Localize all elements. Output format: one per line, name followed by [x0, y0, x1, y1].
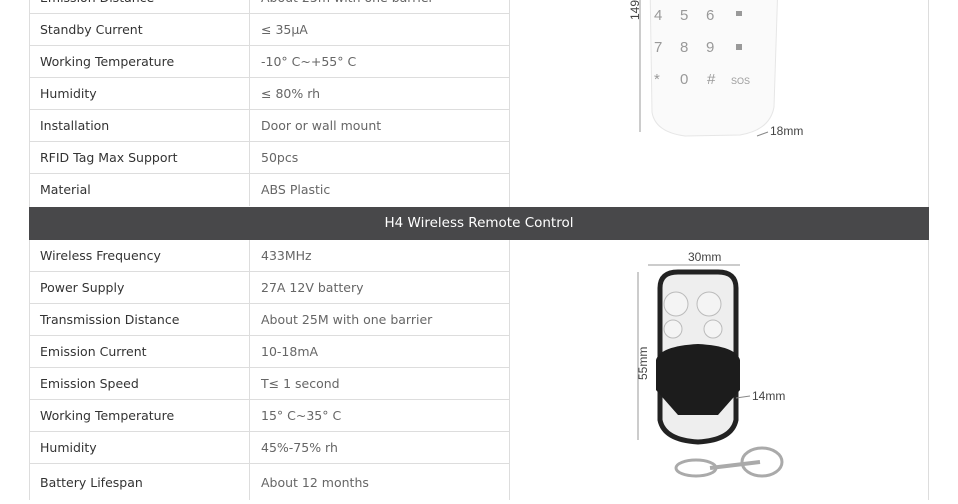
table-row: Working Temperature -10° C~+55° C	[30, 46, 509, 78]
section-header: H4 Wireless Remote Control	[29, 207, 929, 240]
keypad-spec-table: Emission Distance About 25m with one barr…	[29, 0, 929, 207]
spec-value: 15° C~35° C	[261, 408, 342, 423]
key-4: 4	[654, 7, 662, 24]
spec-value: About 12 months	[261, 475, 369, 490]
spec-value: T≤ 1 second	[261, 376, 340, 391]
spec-label: RFID Tag Max Support	[40, 150, 178, 165]
table-row: Wireless Frequency 433MHz	[30, 240, 509, 272]
table-row: Emission Speed T≤ 1 second	[30, 368, 509, 400]
table-row: RFID Tag Max Support 50pcs	[30, 142, 509, 174]
remote-image: 30mm 55mm 14mm	[509, 240, 930, 500]
spec-value: About 25m with one barrier	[261, 0, 434, 13]
table-row: Power Supply 27A 12V battery	[30, 272, 509, 304]
key-6: 6	[706, 7, 714, 24]
table-row: Working Temperature 15° C~35° C	[30, 400, 509, 432]
spec-label: Emission Distance	[40, 0, 154, 13]
spec-label: Working Temperature	[40, 408, 175, 423]
spec-label: Humidity	[40, 440, 97, 455]
spec-label: Emission Speed	[40, 376, 139, 391]
spec-label: Humidity	[40, 86, 97, 101]
key-8: 8	[680, 39, 688, 56]
spec-label: Power Supply	[40, 280, 125, 295]
spec-value: 433MHz	[261, 248, 312, 263]
table-row: Humidity 45%-75% rh	[30, 432, 509, 464]
key-hash: #	[707, 71, 716, 88]
table-row: Emission Distance About 25m with one barr…	[30, 0, 509, 14]
key-5: 5	[680, 7, 688, 24]
remote-depth-label: 14mm	[752, 389, 785, 403]
table-row: Battery Lifespan About 12 months	[30, 464, 509, 500]
spec-label: Transmission Distance	[40, 312, 180, 327]
spec-label: Material	[40, 182, 91, 197]
key-9: 9	[706, 39, 714, 56]
spec-label: Installation	[40, 118, 110, 133]
spec-value: Door or wall mount	[261, 118, 382, 133]
spec-value: 50pcs	[261, 150, 299, 165]
spec-label: Battery Lifespan	[40, 475, 143, 490]
remote-spec-table: Wireless Frequency 433MHz Power Supply 27A…	[29, 240, 929, 500]
remote-width-label: 30mm	[688, 250, 721, 264]
table-row: Material ABS Plastic	[30, 174, 509, 206]
key-sos: SOS	[731, 76, 750, 86]
lock-icon	[736, 44, 742, 50]
spec-value: 27A 12V battery	[261, 280, 364, 295]
spec-label: Emission Current	[40, 344, 147, 359]
spec-value: 10-18mA	[261, 344, 319, 359]
spec-label: Wireless Frequency	[40, 248, 161, 263]
keypad-image: 149mm 4 5 6 7 8 9 * 0 # SOS 18mm	[509, 0, 930, 207]
table-row: Emission Current 10-18mA	[30, 336, 509, 368]
key-star: *	[654, 71, 660, 88]
spec-value: -10° C~+55° C	[261, 54, 357, 69]
table-row: Standby Current ≤ 35μA	[30, 14, 509, 46]
remote-height-label: 55mm	[636, 347, 650, 380]
key-7: 7	[654, 39, 662, 56]
keypad-depth-label: 18mm	[770, 124, 803, 138]
table-row: Transmission Distance About 25M with one …	[30, 304, 509, 336]
spec-value: 45%-75% rh	[261, 440, 338, 455]
spec-value: ≤ 35μA	[261, 22, 308, 37]
spec-value: ≤ 80% rh	[261, 86, 321, 101]
table-row: Installation Door or wall mount	[30, 110, 509, 142]
unlock-icon	[736, 11, 742, 16]
spec-value: About 25M with one barrier	[261, 312, 433, 327]
table-row: Humidity ≤ 80% rh	[30, 78, 509, 110]
spec-value: ABS Plastic	[261, 182, 331, 197]
spec-label: Standby Current	[40, 22, 143, 37]
spec-label: Working Temperature	[40, 54, 175, 69]
key-0: 0	[680, 71, 688, 88]
keypad-height-label: 149mm	[628, 0, 642, 20]
